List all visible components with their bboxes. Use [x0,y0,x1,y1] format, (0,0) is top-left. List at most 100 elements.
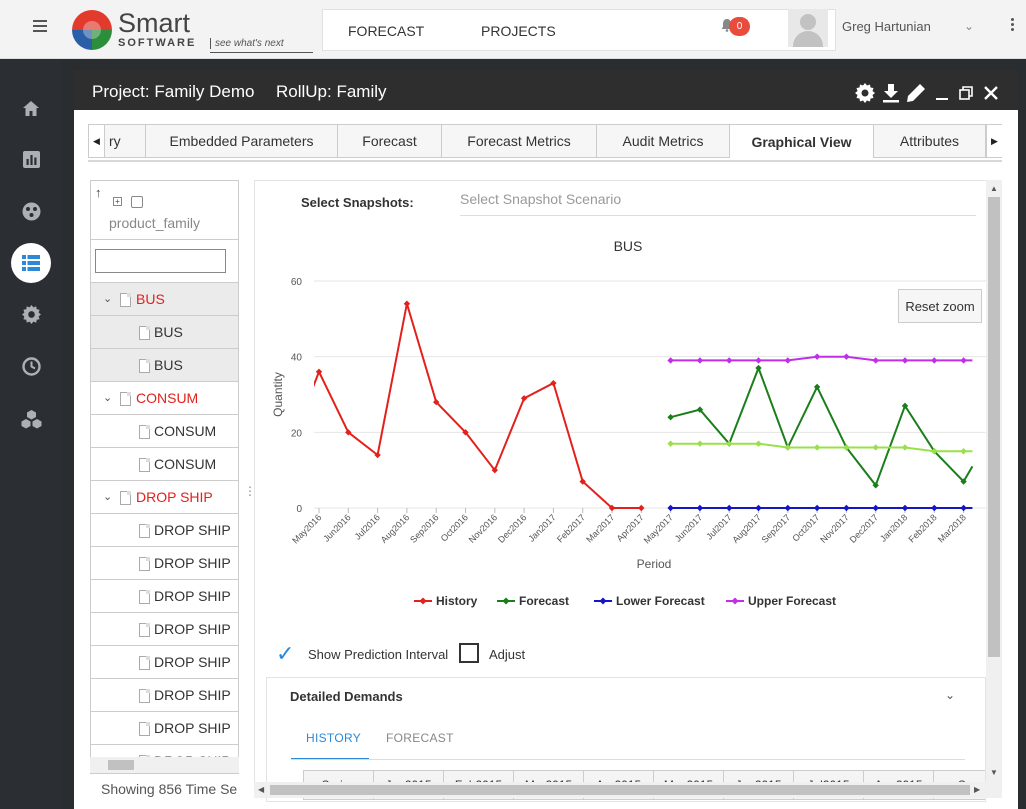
legend-marker [731,597,739,605]
tree-group-row[interactable]: ⌄ DROP SHIP [91,480,238,513]
tree-item-row[interactable]: DROP SHIP [91,711,238,744]
show-prediction-interval-label[interactable]: Show Prediction Interval [308,647,448,662]
list-icon[interactable] [11,243,51,283]
tree-item-row[interactable]: DROP SHIP [91,678,238,711]
chevron-down-icon[interactable]: ⌄ [964,19,974,33]
download-icon[interactable] [881,83,901,103]
tree-item-row[interactable]: DROP SHIP [91,546,238,579]
data-point [960,357,967,364]
clock-icon[interactable] [19,354,43,378]
logo-mark [72,10,112,50]
logo[interactable]: Smart SOFTWARE see what's next [70,8,315,54]
tab-scroll-right-icon[interactable]: ▶ [986,125,1002,157]
more-options-icon[interactable] [1011,18,1015,33]
tree-item-row[interactable]: CONSUM [91,447,238,480]
tree-panel: ↑ + product_family ⌄ BUS BUS BUS ⌄ CONSUM CONS… [90,180,239,774]
data-point [696,504,704,512]
user-name[interactable]: Greg Hartunian [842,19,931,34]
tab-history[interactable]: ry [105,125,146,157]
x-tick-label: Jul2017 [704,512,733,541]
tree-item-row[interactable]: BUS [91,315,238,348]
tab-audit-metrics[interactable]: Audit Metrics [597,125,730,157]
legend-marker [599,597,607,605]
tab-forecast-metrics[interactable]: Forecast Metrics [442,125,597,157]
tab-scroll-left-icon[interactable]: ◀ [89,125,105,157]
vertical-scrollbar[interactable]: ▲ ▼ [986,180,1002,798]
nav-forecast[interactable]: FORECAST [348,23,424,39]
tab-graphical-view[interactable]: Graphical View [730,125,874,158]
y-tick-label: 20 [291,428,303,439]
logo-sub: SOFTWARE [118,37,197,49]
tree-header-label: product_family [109,215,201,231]
x-tick-label: Aug2016 [379,512,412,545]
home-icon[interactable] [19,96,43,120]
tree-group-row[interactable]: ⌄ BUS [91,282,238,315]
data-point [638,504,645,512]
demands-tab-forecast[interactable]: FORECAST [386,731,454,745]
tree-item-row[interactable]: DROP SHIP [91,612,238,645]
data-point [931,357,938,364]
select-all-checkbox[interactable] [131,196,143,208]
tree-group-row[interactable]: ⌄ CONSUM [91,381,238,414]
demands-tab-history[interactable]: HISTORY [306,731,361,745]
close-icon[interactable] [981,83,1001,103]
edit-icon[interactable] [906,83,926,103]
tree-item-row[interactable]: DROP SHIP [91,579,238,612]
x-axis-label: Period [637,557,672,571]
chevron-down-icon[interactable]: ⌄ [945,688,955,702]
tab-forecast[interactable]: Forecast [338,125,442,157]
tree-horizontal-scrollbar[interactable] [90,757,239,773]
reset-zoom-button[interactable]: Reset zoom [898,289,982,323]
tab-attributes[interactable]: Attributes [874,125,986,157]
x-tick-label: Feb2018 [907,512,939,544]
settings-icon[interactable] [19,302,43,326]
data-point [901,504,909,512]
document-icon [139,689,150,703]
main-nav: FORECAST PROJECTS [322,9,836,51]
x-tick-label: Jul2016 [353,512,382,541]
data-point [843,353,850,360]
demands-divider [291,759,965,760]
data-point [755,440,762,447]
chevron-down-icon[interactable]: ⌄ [103,391,112,404]
x-tick-label: Dec2017 [848,512,881,545]
tree-item-row[interactable]: CONSUM [91,414,238,447]
data-point [960,448,967,455]
tree-row-label: DROP SHIP [154,555,231,571]
x-tick-label: Aug2017 [730,512,763,545]
document-icon [139,722,150,736]
tree-item-row[interactable]: DROP SHIP [91,513,238,546]
cubes-icon[interactable] [19,407,43,431]
nav-projects[interactable]: PROJECTS [481,23,556,39]
minimize-icon[interactable] [932,83,952,103]
adjust-checkbox[interactable] [459,643,479,663]
tree-row-label: DROP SHIP [154,654,231,670]
tree-filter-input[interactable] [95,249,226,273]
notification-badge[interactable]: 0 [729,17,750,36]
network-icon[interactable] [19,199,43,223]
data-point [667,357,674,364]
tab-embedded-parameters[interactable]: Embedded Parameters [146,125,338,157]
gear-icon[interactable] [855,83,875,103]
horizontal-scrollbar[interactable]: ◀ ▶ [254,782,986,798]
checkmark-icon[interactable]: ✓ [276,641,294,667]
chart-icon[interactable] [19,147,43,171]
chevron-down-icon[interactable]: ⌄ [103,490,112,503]
sidebar [0,60,62,809]
arrow-up-icon[interactable]: ↑ [95,185,102,200]
restore-icon[interactable] [956,83,976,103]
panel-header: Project: Family Demo RollUp: Family [74,70,1018,110]
detailed-demands-title[interactable]: Detailed Demands [290,689,403,704]
series-line-history [314,303,642,509]
document-icon [139,623,150,637]
tree-item-row[interactable]: BUS [91,348,238,381]
expand-icon[interactable]: + [113,197,122,206]
snapshot-select[interactable]: Select Snapshot Scenario [460,190,976,216]
avatar[interactable] [788,9,828,47]
adjust-label[interactable]: Adjust [489,647,525,662]
menu-icon[interactable] [33,20,47,32]
series-line-baseline [670,442,973,453]
tree-item-row[interactable]: DROP SHIP [91,645,238,678]
chevron-down-icon[interactable]: ⌄ [103,292,112,305]
tree-header: ↑ + product_family [91,181,238,240]
